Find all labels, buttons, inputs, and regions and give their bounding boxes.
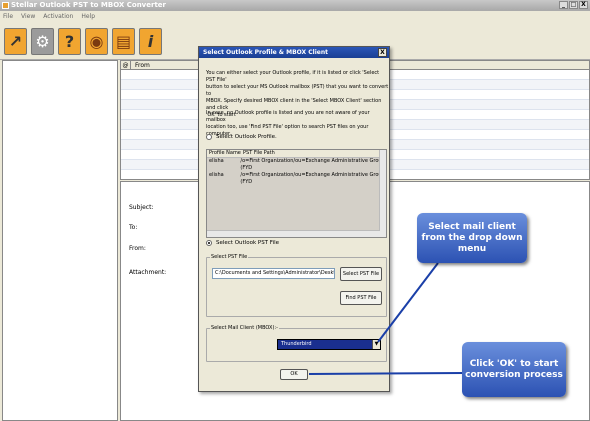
ok-callout: Click 'OK' to start conversion process	[462, 342, 566, 397]
app-window: Stellar Outlook PST to MBOX Converter _ …	[0, 0, 590, 421]
mail-client-arrow	[377, 262, 439, 343]
mail-client-callout: Select mail client from the drop down me…	[417, 213, 527, 263]
ok-arrow	[308, 372, 465, 375]
